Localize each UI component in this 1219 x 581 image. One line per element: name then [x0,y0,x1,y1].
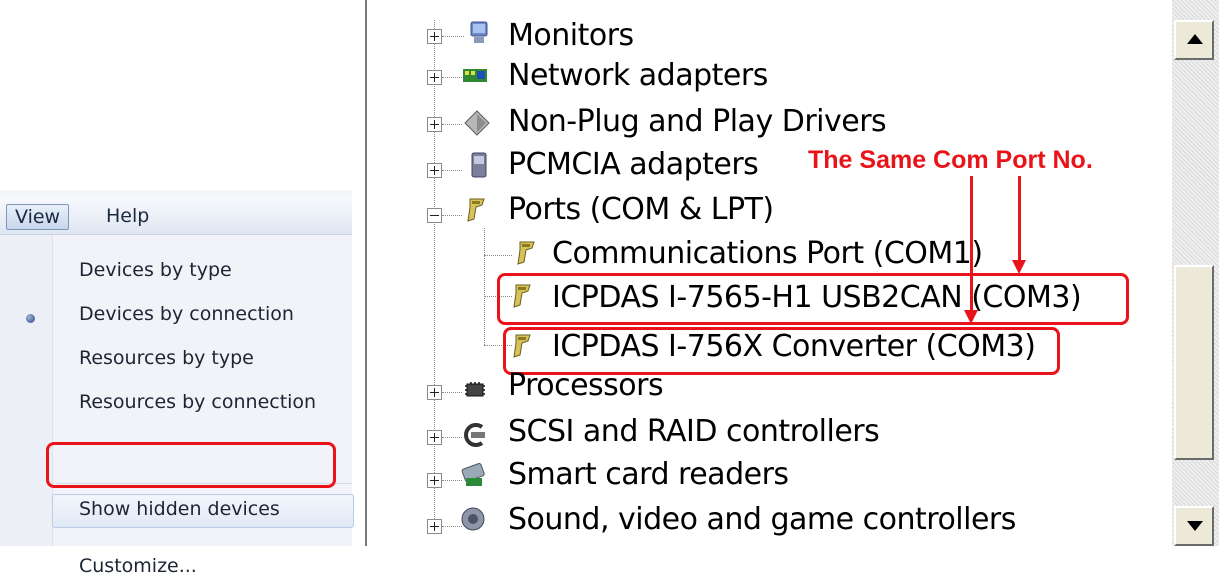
expand-monitors[interactable] [427,29,442,44]
expand-network-adapters[interactable] [427,70,442,85]
menu-separator [56,483,352,484]
vertical-scrollbar[interactable] [1172,0,1219,546]
sound-icon [461,507,485,531]
tree-connector [442,170,462,171]
tree-connector [442,480,462,481]
annotation-arrowhead-icon [1012,260,1026,274]
tree-connector [442,36,464,37]
expand-smart-card-readers[interactable] [427,473,442,488]
expand-pcmcia-adapters[interactable] [427,163,442,178]
arrow-down-icon [1187,521,1203,531]
expand-sound-video-game[interactable] [427,519,442,534]
expand-scsi[interactable] [427,430,442,445]
expand-processors[interactable] [427,385,442,400]
view-dropdown: Devices by type Devices by connection Re… [0,235,354,577]
radio-bullet-icon [26,314,35,323]
scroll-down-button[interactable] [1174,506,1214,546]
tree-item-i7565-usb2can[interactable]: ICPDAS I-7565-H1 USB2CAN (COM3) [552,278,1082,318]
menu-help[interactable]: Help [98,204,157,228]
tree-item-monitors[interactable]: Monitors [508,16,634,56]
annotation-arrow-line [1018,176,1021,260]
tree-item-network-adapters[interactable]: Network adapters [508,56,768,96]
expand-non-pnp-drivers[interactable] [427,117,442,132]
menubar: View Help [0,198,352,235]
tree-item-smart-card-readers[interactable]: Smart card readers [508,455,789,495]
scroll-thumb[interactable] [1174,265,1214,460]
tree-item-processors[interactable]: Processors [508,366,664,406]
smart-card-icon [461,463,485,486]
port-plug-icon [467,198,485,222]
view-menu-panel: View Help Devices by type Devices by con… [0,190,354,577]
com-port-icon [513,334,531,358]
tree-connector [442,215,462,216]
driver-diamond-icon [464,110,490,136]
scsi-icon [464,423,485,447]
tree-item-pcmcia-adapters[interactable]: PCMCIA adapters [508,145,759,185]
tree-item-ports[interactable]: Ports (COM & LPT) [508,190,774,230]
menu-item-devices-by-type[interactable]: Devices by type [79,255,232,285]
tree-connector [484,228,485,345]
com-port-icon [517,241,535,265]
pcmcia-icon [471,152,487,178]
tree-connector [442,437,462,438]
arrow-up-icon [1187,34,1203,44]
annotation-same-com-port: The Same Com Port No. [808,146,1093,174]
menu-item-show-hidden-devices[interactable]: Show hidden devices [79,494,280,524]
menu-view[interactable]: View [6,204,70,230]
tree-connector [442,392,462,393]
menu-item-customize[interactable]: Customize... [79,551,197,581]
annotation-arrowhead-icon [964,310,978,324]
tree-item-scsi-raid[interactable]: SCSI and RAID controllers [508,412,880,452]
menu-gutter [0,235,53,546]
monitor-icon [470,21,488,43]
tree-item-sound-video-game[interactable]: Sound, video and game controllers [508,500,1016,540]
tree-connector [434,20,435,525]
menu-item-devices-by-connection[interactable]: Devices by connection [79,299,294,329]
annotation-arrow-line [970,176,973,310]
menu-item-resources-by-connection[interactable]: Resources by connection [79,387,316,417]
tree-connector [442,526,462,527]
tree-item-i756x-converter[interactable]: ICPDAS I-756X Converter (COM3) [552,327,1036,367]
network-adapter-icon [463,69,487,82]
processor-icon [465,382,485,397]
collapse-ports[interactable] [427,208,442,223]
tree-connector [442,77,462,78]
tree-connector [442,124,462,125]
tree-item-non-pnp-drivers[interactable]: Non-Plug and Play Drivers [508,102,887,142]
tree-connector [484,255,512,256]
menu-item-resources-by-type[interactable]: Resources by type [79,343,254,373]
scroll-up-button[interactable] [1174,20,1214,60]
tree-item-com1[interactable]: Communications Port (COM1) [552,234,983,274]
com-port-icon [513,284,531,308]
